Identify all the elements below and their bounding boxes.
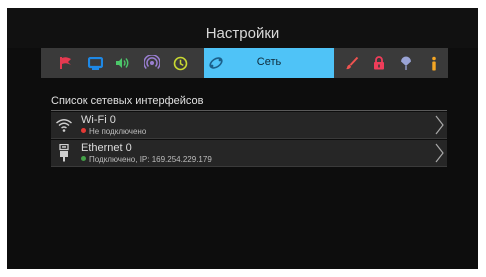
interface-status-text: Не подключено (89, 127, 147, 136)
flag-icon (60, 57, 71, 69)
status-dot-disconnected (81, 128, 86, 134)
interface-status: Не подключено (81, 127, 146, 136)
tab-network[interactable]: Сеть (204, 48, 334, 78)
chevron-right-icon (433, 142, 445, 164)
tab-broadcast[interactable] (140, 48, 164, 78)
brush-icon (346, 56, 359, 70)
volume-icon (116, 58, 129, 68)
settings-tab-bar: Сеть (41, 48, 448, 78)
interface-name: Wi-Fi 0 (81, 114, 116, 126)
tab-network-label: Сеть (256, 56, 282, 68)
header: Настройки (7, 8, 478, 48)
tv-screen: Настройки Сеть Список сетевых интерфейсо… (7, 8, 478, 269)
lock-icon (374, 56, 384, 70)
tab-security[interactable] (367, 48, 391, 78)
monitor-icon (87, 56, 103, 70)
broadcast-icon (144, 55, 160, 70)
tab-flag[interactable] (54, 48, 78, 78)
interface-status: Подключено, IP: 169.254.229.179 (81, 155, 212, 164)
status-dot-connected (81, 156, 86, 162)
tab-display[interactable] (83, 48, 107, 78)
section-title: Список сетевых интерфейсов (51, 95, 204, 107)
balloon-icon (401, 56, 411, 70)
page-title: Настройки (205, 25, 280, 42)
interface-row-ethernet[interactable]: Ethernet 0 Подключено, IP: 169.254.229.1… (51, 140, 447, 167)
tab-info[interactable] (422, 48, 446, 78)
clock-icon (173, 56, 187, 70)
ethernet-icon (55, 143, 73, 162)
interface-status-text: Подключено, IP: 169.254.229.179 (89, 155, 212, 164)
tab-appearance[interactable] (340, 48, 364, 78)
interface-name: Ethernet 0 (81, 142, 132, 154)
tab-time[interactable] (168, 48, 192, 78)
tab-sound[interactable] (111, 48, 135, 78)
chevron-right-icon (433, 114, 445, 136)
section-divider (51, 110, 447, 111)
tab-extras[interactable] (394, 48, 418, 78)
info-icon (432, 56, 436, 70)
interface-row-wifi[interactable]: Wi-Fi 0 Не подключено (51, 112, 447, 139)
wifi-icon (55, 116, 73, 134)
